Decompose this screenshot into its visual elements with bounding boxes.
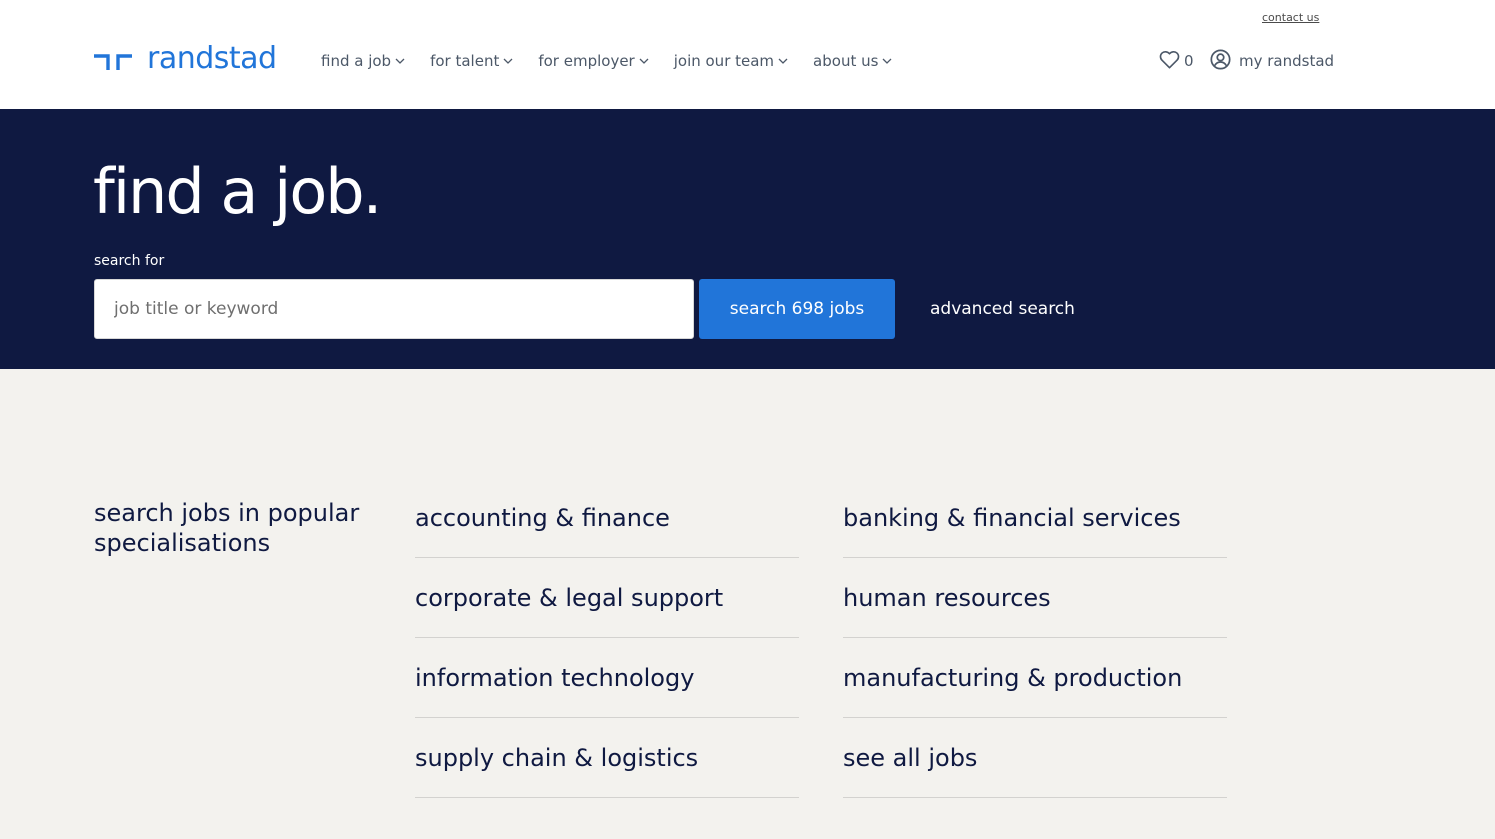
- advanced-search-link[interactable]: advanced search: [930, 299, 1075, 319]
- chevron-down-icon: [503, 58, 513, 64]
- specialisation-link[interactable]: information technology: [415, 638, 799, 718]
- search-jobs-button[interactable]: search 698 jobs: [699, 279, 895, 339]
- nav-label: find a job: [321, 52, 392, 70]
- chevron-down-icon: [778, 58, 788, 64]
- my-randstad-button[interactable]: my randstad: [1210, 48, 1335, 74]
- page-title: find a job.: [93, 155, 382, 228]
- search-hero: find a job. search for search 698 jobs a…: [0, 109, 1495, 369]
- search-input[interactable]: [94, 279, 694, 339]
- nav-label: join our team: [673, 52, 775, 70]
- randstad-logo-icon: [93, 48, 133, 70]
- nav-for-employer[interactable]: for employer: [538, 52, 649, 70]
- main-nav: find a job for talent for employer join …: [321, 50, 917, 72]
- specialisation-link[interactable]: supply chain & logistics: [415, 718, 799, 798]
- specialisation-link[interactable]: banking & financial services: [843, 478, 1227, 558]
- specialisation-link[interactable]: manufacturing & production: [843, 638, 1227, 718]
- specialisation-list-left: accounting & finance corporate & legal s…: [415, 478, 799, 798]
- search-label: search for: [94, 253, 165, 269]
- specialisation-link[interactable]: accounting & finance: [415, 478, 799, 558]
- randstad-logo[interactable]: randstad: [93, 42, 277, 76]
- specialisation-link[interactable]: human resources: [843, 558, 1227, 638]
- nav-join-our-team[interactable]: join our team: [674, 52, 788, 70]
- specialisation-link[interactable]: corporate & legal support: [415, 558, 799, 638]
- nav-label: about us: [813, 52, 879, 70]
- my-randstad-label: my randstad: [1239, 52, 1335, 70]
- nav-label: for talent: [430, 52, 500, 70]
- chevron-down-icon: [639, 58, 649, 64]
- nav-find-a-job[interactable]: find a job: [321, 52, 405, 70]
- heart-icon: [1159, 50, 1180, 73]
- specialisations-heading: search jobs in popular specialisations: [94, 499, 360, 557]
- favorites-button[interactable]: 0: [1159, 50, 1194, 72]
- logo-wordmark: randstad: [147, 41, 277, 76]
- contact-us-link[interactable]: contact us: [1262, 11, 1319, 24]
- chevron-down-icon: [882, 58, 892, 64]
- nav-for-talent[interactable]: for talent: [430, 52, 513, 70]
- specialisation-list-right: banking & financial services human resou…: [843, 478, 1227, 798]
- nav-label: for employer: [538, 52, 635, 70]
- nav-about-us[interactable]: about us: [813, 52, 892, 70]
- site-header: contact us randstad find a job for talen…: [0, 0, 1495, 109]
- chevron-down-icon: [395, 58, 405, 64]
- see-all-jobs-link[interactable]: see all jobs: [843, 718, 1227, 798]
- favorites-count: 0: [1184, 52, 1194, 70]
- user-circle-icon: [1210, 48, 1231, 74]
